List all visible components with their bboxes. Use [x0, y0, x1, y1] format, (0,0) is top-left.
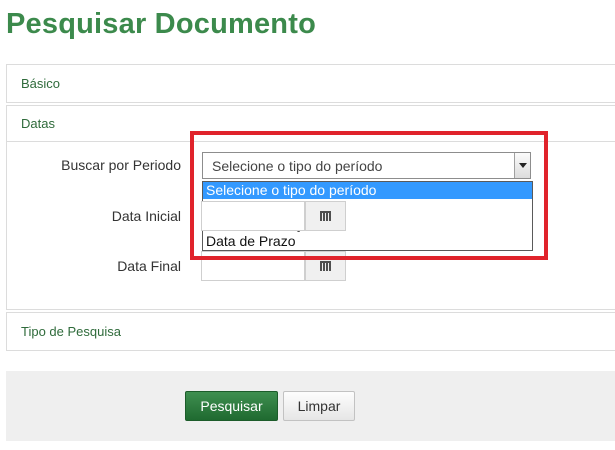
search-button[interactable]: Pesquisar	[185, 391, 278, 421]
annotation-highlight-box	[190, 131, 548, 260]
panel-heading-tipo-pesquisa[interactable]: Tipo de Pesquisa	[7, 313, 615, 350]
calendar-icon	[320, 261, 331, 271]
page-title: Pesquisar Documento	[6, 8, 316, 40]
panel-basico[interactable]: Básico	[6, 64, 615, 103]
data-final-label: Data Final	[117, 258, 181, 274]
panel-tipo-pesquisa[interactable]: Tipo de Pesquisa	[6, 312, 615, 351]
periodo-label: Buscar por Periodo	[61, 157, 181, 173]
clear-button[interactable]: Limpar	[283, 391, 355, 421]
data-inicial-label: Data Inicial	[111, 208, 181, 224]
panel-heading-basico[interactable]: Básico	[7, 65, 615, 102]
